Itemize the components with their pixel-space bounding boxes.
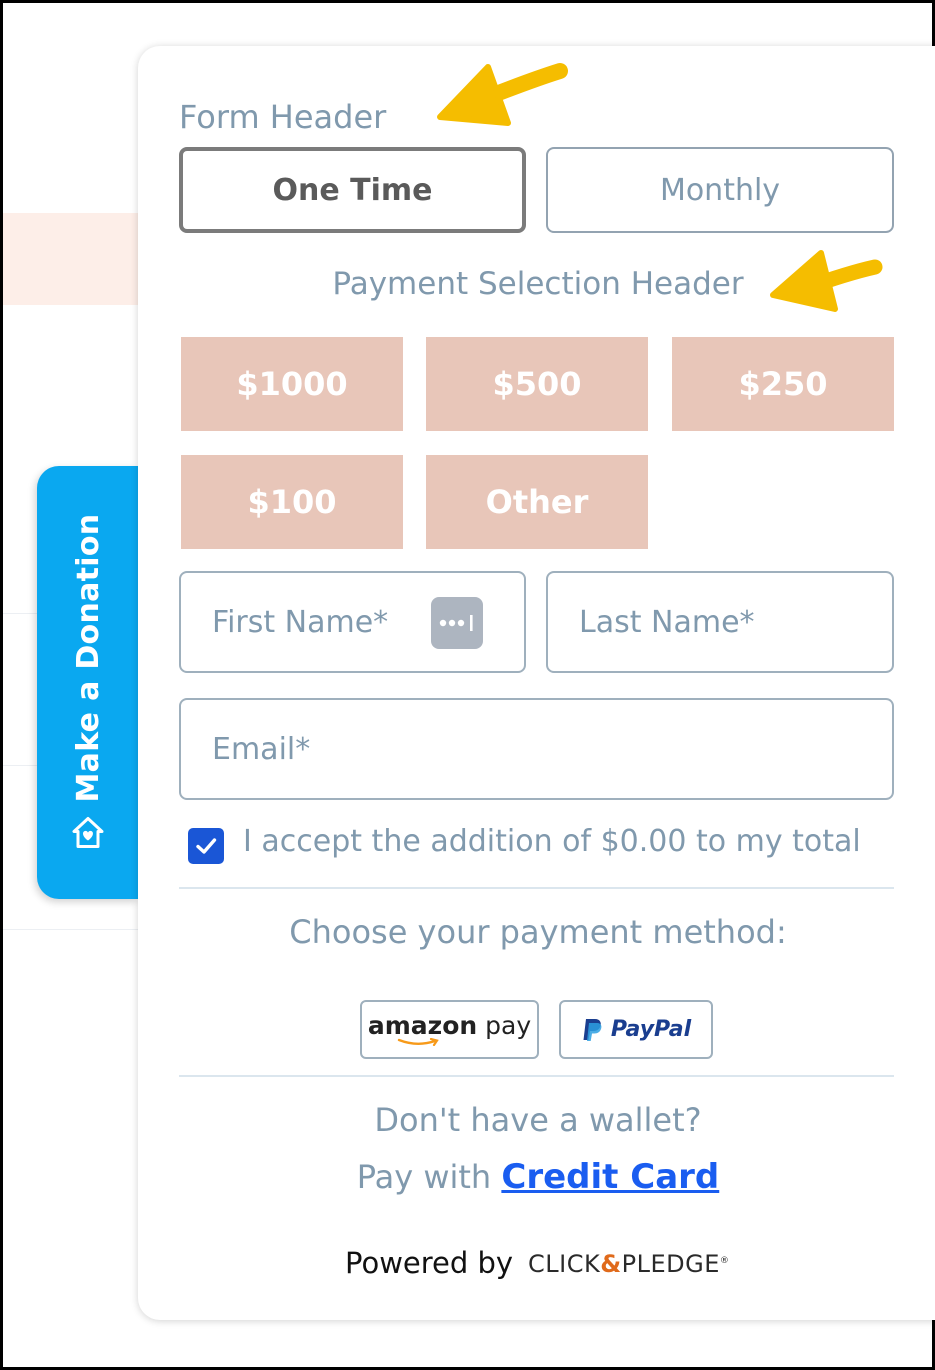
- first-name-placeholder: First Name*: [212, 604, 389, 640]
- click-pledge-logo[interactable]: CLICK&PLEDGE®: [528, 1250, 729, 1278]
- last-name-field[interactable]: Last Name*: [546, 571, 894, 673]
- brand-click: CLICK: [528, 1250, 601, 1278]
- amazon-word: amazon: [367, 1010, 478, 1040]
- no-wallet-text: Don't have a wallet?: [374, 1101, 702, 1139]
- annotation-arrow-icon: [437, 63, 568, 126]
- amount-100-button[interactable]: $100: [181, 455, 403, 549]
- make-donation-label: Make a Donation: [70, 513, 106, 803]
- paypal-logo-icon: [583, 1018, 602, 1041]
- accept-fee-text: I accept the addition of $0.00 to my tot…: [243, 824, 861, 859]
- house-heart-icon: [70, 814, 106, 850]
- pay-word: pay: [485, 1010, 532, 1040]
- amount-1000-button[interactable]: $1000: [181, 337, 403, 431]
- amount-other-button[interactable]: Other: [426, 455, 648, 549]
- donation-form-panel: Form Header One Time Monthly Payment Sel…: [138, 46, 935, 1320]
- check-icon: [196, 838, 217, 854]
- monthly-button[interactable]: Monthly: [546, 147, 894, 233]
- powered-by-text: Powered by: [345, 1246, 514, 1280]
- make-donation-tab[interactable]: Make a Donation: [37, 466, 139, 899]
- email-field[interactable]: Email*: [179, 698, 894, 800]
- form-header: Form Header: [179, 98, 387, 136]
- annotation-arrow-icon: [770, 250, 883, 312]
- paypal-label: PayPal: [610, 1017, 692, 1042]
- divider: [179, 887, 894, 889]
- one-time-button[interactable]: One Time: [179, 147, 526, 233]
- pay-with-text: Pay with: [356, 1158, 492, 1196]
- amazon-pay-button[interactable]: amazon pay: [360, 1000, 539, 1059]
- first-name-field[interactable]: First Name*: [179, 571, 526, 673]
- background-divider: [3, 929, 143, 930]
- pay-with-line: Pay with Credit Card: [138, 1157, 935, 1197]
- password-dots-icon[interactable]: [431, 597, 483, 649]
- accept-checkbox[interactable]: [188, 828, 224, 864]
- background-band: [3, 213, 143, 305]
- email-placeholder: Email*: [212, 731, 311, 767]
- brand-amp: &: [600, 1250, 622, 1278]
- paypal-button[interactable]: PayPal: [559, 1000, 713, 1059]
- amazon-smile-icon: [397, 1037, 439, 1046]
- amount-500-button[interactable]: $500: [426, 337, 648, 431]
- divider: [179, 1075, 894, 1077]
- credit-card-link[interactable]: Credit Card: [501, 1157, 719, 1197]
- choose-payment-text: Choose your payment method:: [289, 913, 787, 951]
- brand-pledge: PLEDGE: [621, 1250, 720, 1278]
- last-name-placeholder: Last Name*: [579, 604, 755, 640]
- amount-250-button[interactable]: $250: [672, 337, 894, 431]
